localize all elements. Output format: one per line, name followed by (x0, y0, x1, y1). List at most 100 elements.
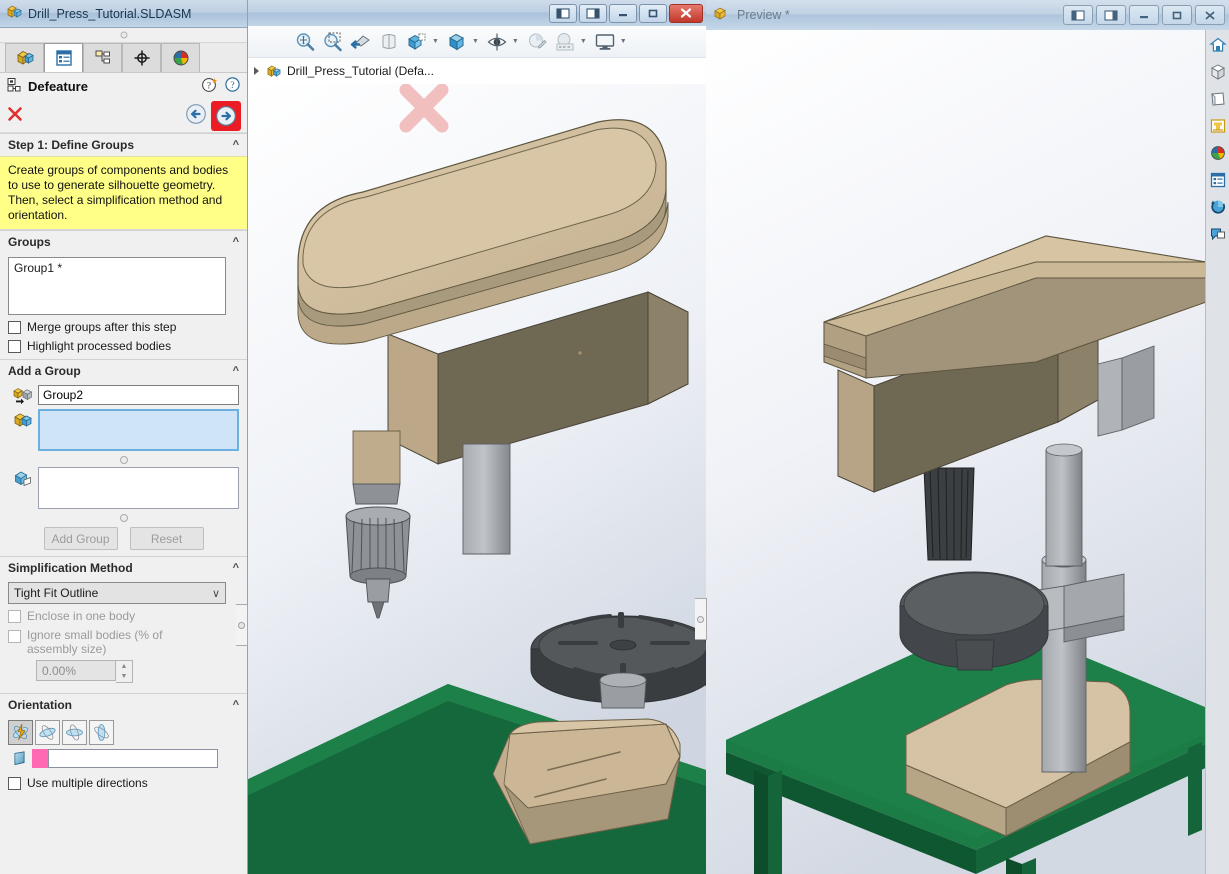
orientation-z-icon[interactable] (89, 720, 114, 745)
group-name-input[interactable] (38, 385, 239, 405)
minimize-button[interactable] (1129, 5, 1159, 25)
ignore-percent-arrows[interactable]: ▲ ▼ (116, 660, 133, 683)
dimxpert-manager-tab[interactable] (122, 43, 161, 72)
configuration-manager-tab[interactable] (83, 43, 122, 72)
zoom-to-fit-icon[interactable] (292, 29, 318, 55)
assembly-icon (6, 4, 22, 23)
page-title: Defeature (28, 78, 88, 94)
restore-right-button[interactable] (1096, 5, 1126, 25)
zoom-to-area-icon[interactable] (320, 29, 346, 55)
expander-triangle-icon[interactable] (254, 67, 259, 75)
display-style-icon[interactable] (444, 29, 470, 55)
components-resize-handle[interactable] (8, 455, 239, 465)
view-orientation-icon[interactable] (404, 29, 430, 55)
chevron-down-icon[interactable]: ▼ (620, 38, 627, 45)
view-section-icon[interactable] (1206, 113, 1229, 139)
help-with-star-icon[interactable]: ? (201, 76, 218, 96)
apply-scene-icon[interactable] (552, 29, 578, 55)
direction-color-swatch (32, 749, 48, 768)
list-item[interactable]: Group1 * (14, 261, 220, 275)
add-group-header-label: Add a Group (8, 364, 81, 378)
assembly-icon (266, 64, 281, 79)
bodies-resize-handle[interactable] (8, 513, 239, 523)
bodies-selection-box[interactable] (38, 467, 239, 509)
view-home-icon[interactable] (1206, 32, 1229, 58)
restore-left-button[interactable] (1063, 5, 1093, 25)
feature-tree-node[interactable]: Drill_Press_Tutorial (Defa... (248, 58, 706, 84)
cancel-button[interactable] (6, 105, 24, 126)
hide-show-items-icon[interactable] (484, 29, 510, 55)
stepper-up-icon[interactable]: ▲ (116, 661, 132, 672)
chevron-up-icon[interactable]: ^ (233, 365, 239, 377)
merge-groups-checkbox-row[interactable]: Merge groups after this step (8, 320, 239, 334)
components-selection-box[interactable] (38, 409, 239, 451)
large-x-watermark (399, 84, 449, 133)
property-manager-tab[interactable] (44, 43, 83, 72)
display-manager-tab[interactable] (161, 43, 200, 72)
section-view-icon[interactable] (376, 29, 402, 55)
ignore-small-bodies-row[interactable]: Ignore small bodies (% of assembly size) (8, 628, 239, 656)
ignore-percent-value[interactable]: 0.00% (36, 660, 116, 681)
simplification-header[interactable]: Simplification Method ^ (0, 557, 247, 579)
groups-header[interactable]: Groups ^ (0, 231, 247, 253)
close-button[interactable] (1195, 5, 1225, 25)
ignore-percent-stepper[interactable]: 0.00% ▲ ▼ (36, 660, 239, 683)
highlight-bodies-checkbox[interactable] (8, 339, 21, 353)
simplification-method-select[interactable]: Tight Fit Outline ∨ (8, 582, 226, 604)
ignore-small-bodies-checkbox[interactable] (8, 630, 21, 643)
main-viewport[interactable] (248, 84, 706, 874)
minimize-button[interactable] (609, 3, 637, 23)
close-button[interactable] (669, 3, 703, 23)
maximize-button[interactable] (639, 3, 667, 23)
merge-groups-checkbox[interactable] (8, 320, 21, 334)
edit-appearance-icon[interactable] (524, 29, 550, 55)
restore-right-button[interactable] (579, 3, 607, 23)
orientation-x-icon[interactable] (35, 720, 60, 745)
display-pane-icon[interactable] (1206, 167, 1229, 193)
add-group-header[interactable]: Add a Group ^ (0, 360, 247, 382)
step1-header[interactable]: Step 1: Define Groups ^ (0, 134, 247, 156)
preview-viewport[interactable] (706, 30, 1229, 874)
groups-listbox[interactable]: Group1 * (8, 257, 226, 315)
enclose-one-body-checkbox[interactable] (8, 609, 21, 623)
panel-grip-bar[interactable] (0, 28, 247, 43)
view-isometric-icon[interactable] (1206, 59, 1229, 85)
highlight-bodies-checkbox-row[interactable]: Highlight processed bodies (8, 339, 239, 353)
preview-splitter-handle[interactable] (695, 598, 707, 640)
chevron-down-icon[interactable]: ▼ (512, 38, 519, 45)
restore-left-button[interactable] (549, 3, 577, 23)
rotate-refresh-icon[interactable] (1206, 194, 1229, 220)
chevron-up-icon[interactable]: ^ (233, 236, 239, 248)
chevron-up-icon[interactable]: ^ (233, 562, 239, 574)
chevron-up-icon[interactable]: ^ (233, 139, 239, 151)
chevron-down-icon[interactable]: ∨ (212, 587, 220, 600)
comment-icon[interactable] (1206, 221, 1229, 247)
previous-view-icon[interactable] (348, 29, 374, 55)
add-group-button[interactable]: Add Group (43, 527, 118, 550)
chevron-down-icon[interactable]: ▼ (472, 38, 479, 45)
chevron-down-icon[interactable]: ▼ (432, 38, 439, 45)
solidworks-defeature-window: Drill_Press_Tutorial.SLDASM Defeature ? … (0, 0, 1229, 874)
direction-input[interactable] (48, 749, 218, 768)
feature-manager-tab[interactable] (5, 43, 44, 72)
enclose-one-body-row[interactable]: Enclose in one body (8, 609, 239, 623)
maximize-button[interactable] (1162, 5, 1192, 25)
orientation-auto-icon[interactable] (8, 720, 33, 745)
reset-button[interactable]: Reset (129, 527, 204, 550)
orientation-header[interactable]: Orientation ^ (0, 694, 247, 716)
appearance-sphere-icon[interactable] (1206, 140, 1229, 166)
preview-window: Preview * (695, 0, 1229, 874)
next-button-highlight[interactable] (211, 100, 241, 131)
use-multiple-directions-row[interactable]: Use multiple directions (8, 776, 239, 790)
group-name-icon (8, 385, 38, 405)
chevron-down-icon[interactable]: ▼ (580, 38, 587, 45)
help-icon[interactable]: ? (224, 76, 241, 96)
view-normal-to-icon[interactable] (1206, 86, 1229, 112)
chevron-up-icon[interactable]: ^ (233, 699, 239, 711)
stepper-down-icon[interactable]: ▼ (116, 672, 132, 683)
left-splitter-handle[interactable] (236, 604, 248, 646)
use-multiple-directions-checkbox[interactable] (8, 776, 21, 790)
orientation-y-icon[interactable] (62, 720, 87, 745)
back-button[interactable] (185, 103, 207, 128)
view-settings-icon[interactable] (592, 29, 618, 55)
